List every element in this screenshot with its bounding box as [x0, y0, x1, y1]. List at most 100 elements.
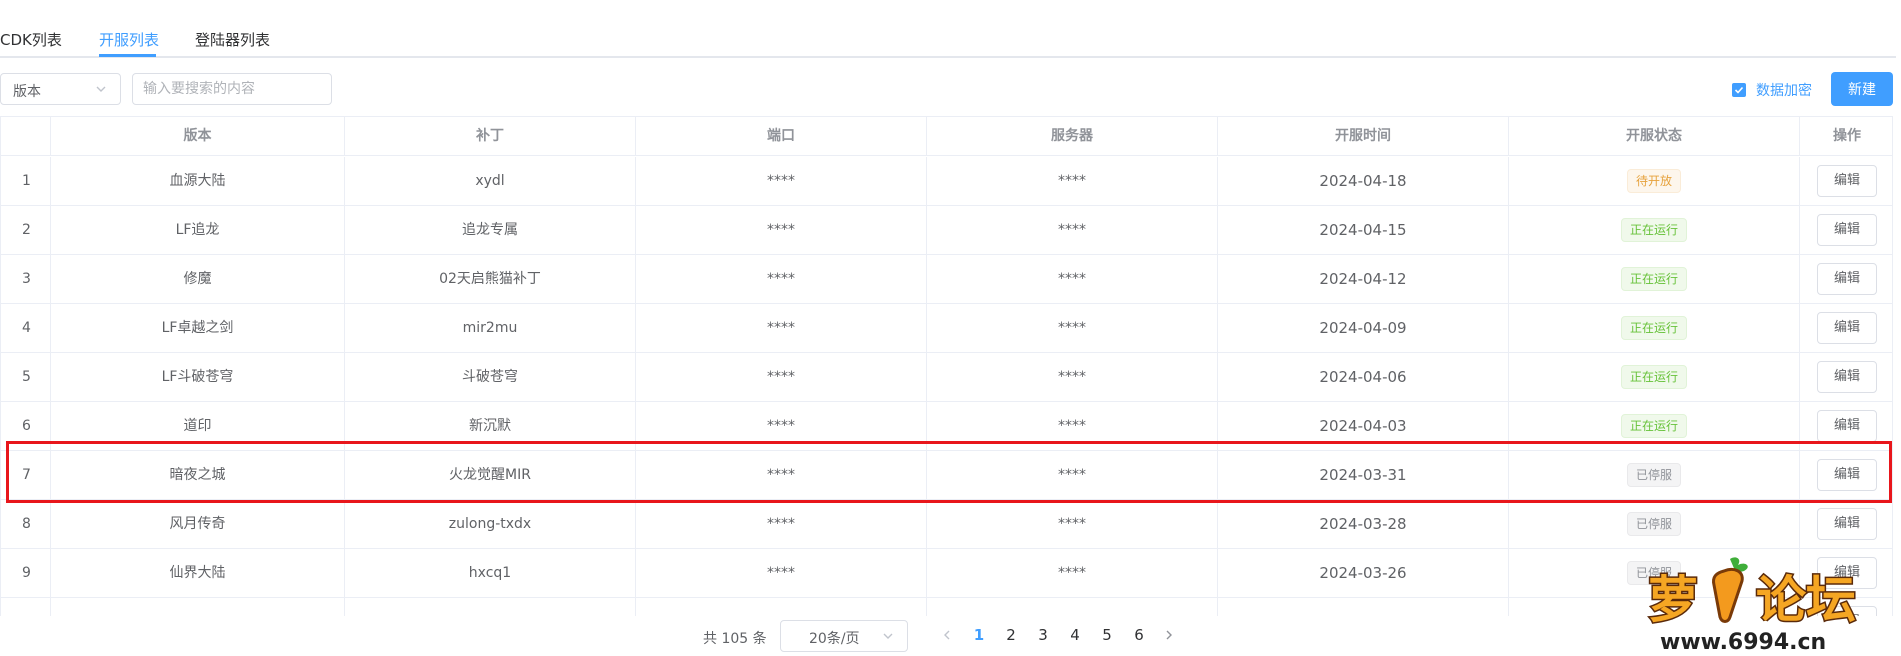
page-6[interactable]: 6: [1127, 626, 1151, 644]
status-badge: 已停服: [1626, 463, 1681, 487]
tab-cdk-list[interactable]: CDK列表: [0, 30, 62, 50]
cell-port: ****: [636, 402, 927, 451]
cell-server: ****: [927, 402, 1218, 451]
data-encrypt-label: 数据加密: [1756, 83, 1812, 99]
new-button[interactable]: 新建: [1831, 72, 1893, 106]
edit-button[interactable]: 编辑: [1817, 263, 1877, 295]
column-header-index: [1, 117, 51, 156]
cell-server: ****: [927, 500, 1218, 549]
edit-button[interactable]: 编辑: [1817, 410, 1877, 442]
table-row: 5 LF斗破苍穹 斗破苍穹 **** **** 2024-04-06 正在运行 编辑: [1, 353, 1892, 402]
edit-button[interactable]: 编辑: [1817, 214, 1877, 246]
cell-status: 正在运行: [1509, 255, 1800, 304]
cell-version: 道印: [51, 402, 345, 451]
cell-open-time: 2024-04-12: [1218, 255, 1509, 304]
next-page-icon[interactable]: [1162, 628, 1176, 642]
cell-index: 8: [1, 500, 51, 549]
table-row: 6 道印 新沉默 **** **** 2024-04-03 正在运行 编辑: [1, 402, 1892, 451]
table-row: 1 血源大陆 xydl **** **** 2024-04-18 待开放 编辑: [1, 157, 1892, 206]
cell-version: 风月传奇: [51, 500, 345, 549]
cell-server: ****: [927, 206, 1218, 255]
tab-bar: CDK列表 开服列表 登陆器列表: [0, 0, 1896, 58]
table-header: 版本 补丁 端口 服务器 开服时间 开服状态 操作: [1, 117, 1892, 156]
edit-button[interactable]: 编辑: [1817, 361, 1877, 393]
cell-patch: hxcq1: [345, 549, 636, 598]
table-row: 2 LF追龙 追龙专属 **** **** 2024-04-15 正在运行 编辑: [1, 206, 1892, 255]
edit-button[interactable]: 编辑: [1817, 459, 1877, 491]
version-filter-select[interactable]: 版本: [0, 73, 121, 105]
page-3[interactable]: 3: [1031, 626, 1055, 644]
edit-button[interactable]: 编辑: [1817, 165, 1877, 197]
column-header-patch: 补丁: [345, 117, 636, 156]
cell-version: 血源大陆: [51, 157, 345, 206]
table-row: 4 LF卓越之剑 mir2mu **** **** 2024-04-09 正在运行 编辑: [1, 304, 1892, 353]
cell-server: ****: [927, 255, 1218, 304]
cell-index: 9: [1, 549, 51, 598]
status-badge: 正在运行: [1620, 316, 1687, 340]
table-row: 8 风月传奇 zulong-txdx **** **** 2024-03-28 已停服 编辑: [1, 500, 1892, 549]
svg-text:萝: 萝: [1648, 571, 1698, 629]
cell-port: ****: [636, 157, 927, 206]
tab-server-list[interactable]: 开服列表: [99, 30, 159, 50]
status-badge: 已停服: [1626, 512, 1681, 536]
cell-patch: 追龙专属: [345, 206, 636, 255]
cell-server: [927, 598, 1218, 616]
status-badge: 正在运行: [1620, 414, 1687, 438]
page-2[interactable]: 2: [999, 626, 1023, 644]
cell-port: [636, 598, 927, 616]
cell-index: 6: [1, 402, 51, 451]
cell-port: ****: [636, 549, 927, 598]
cell-actions: 编辑: [1800, 157, 1892, 206]
cell-version: 暗夜之城: [51, 451, 345, 500]
cell-open-time: 2024-04-18: [1218, 157, 1509, 206]
page-size-value: 20条/页: [809, 631, 860, 647]
table-row: 3 修魔 02天启熊猫补丁 **** **** 2024-04-12 正在运行 编辑: [1, 255, 1892, 304]
cell-status: 已停服: [1509, 451, 1800, 500]
cell-version: LF卓越之剑: [51, 304, 345, 353]
page-size-select[interactable]: 20条/页: [780, 620, 908, 652]
cell-patch: [345, 598, 636, 616]
column-header-server: 服务器: [927, 117, 1218, 156]
column-header-actions: 操作: [1833, 128, 1861, 144]
cell-open-time: 2024-04-09: [1218, 304, 1509, 353]
tab-launcher-list[interactable]: 登陆器列表: [195, 30, 270, 50]
cell-status: 正在运行: [1509, 353, 1800, 402]
cell-index: 5: [1, 353, 51, 402]
page-4[interactable]: 4: [1063, 626, 1087, 644]
cell-index: [1, 598, 51, 616]
cell-open-time: 2024-04-15: [1218, 206, 1509, 255]
cell-open-time: 2024-03-31: [1218, 451, 1509, 500]
cell-server: ****: [927, 451, 1218, 500]
cell-port: ****: [636, 500, 927, 549]
cell-actions: 编辑: [1800, 353, 1892, 402]
page-1[interactable]: 1: [967, 626, 991, 644]
cell-actions: 编辑: [1800, 304, 1892, 353]
edit-button[interactable]: 编辑: [1817, 312, 1877, 344]
cell-status: 正在运行: [1509, 402, 1800, 451]
cell-patch: 新沉默: [345, 402, 636, 451]
pagination: 共 105 条 20条/页 1 2 3 4 5 6: [0, 620, 1893, 656]
page-5[interactable]: 5: [1095, 626, 1119, 644]
cell-version: [51, 598, 345, 616]
column-header-version: 版本: [51, 117, 345, 156]
cell-patch: mir2mu: [345, 304, 636, 353]
cell-actions: 编辑: [1800, 206, 1892, 255]
cell-open-time: 2024-04-03: [1218, 402, 1509, 451]
cell-status: 已停服: [1509, 500, 1800, 549]
cell-server: ****: [927, 157, 1218, 206]
column-header-port: 端口: [636, 117, 927, 156]
table-row: 编辑: [1, 598, 1892, 616]
cell-port: ****: [636, 304, 927, 353]
cell-port: ****: [636, 255, 927, 304]
edit-button[interactable]: 编辑: [1817, 508, 1877, 540]
cell-patch: 斗破苍穹: [345, 353, 636, 402]
active-tab-indicator: [99, 54, 156, 57]
chevron-down-icon: [883, 633, 893, 639]
prev-page-icon[interactable]: [940, 628, 954, 642]
data-encrypt-checkbox[interactable]: 数据加密: [1732, 80, 1812, 100]
watermark-url: www.6994.cn: [1660, 630, 1826, 655]
search-input[interactable]: [132, 73, 332, 105]
cell-server: ****: [927, 549, 1218, 598]
checkbox-checked-icon: [1732, 83, 1746, 97]
cell-index: 3: [1, 255, 51, 304]
